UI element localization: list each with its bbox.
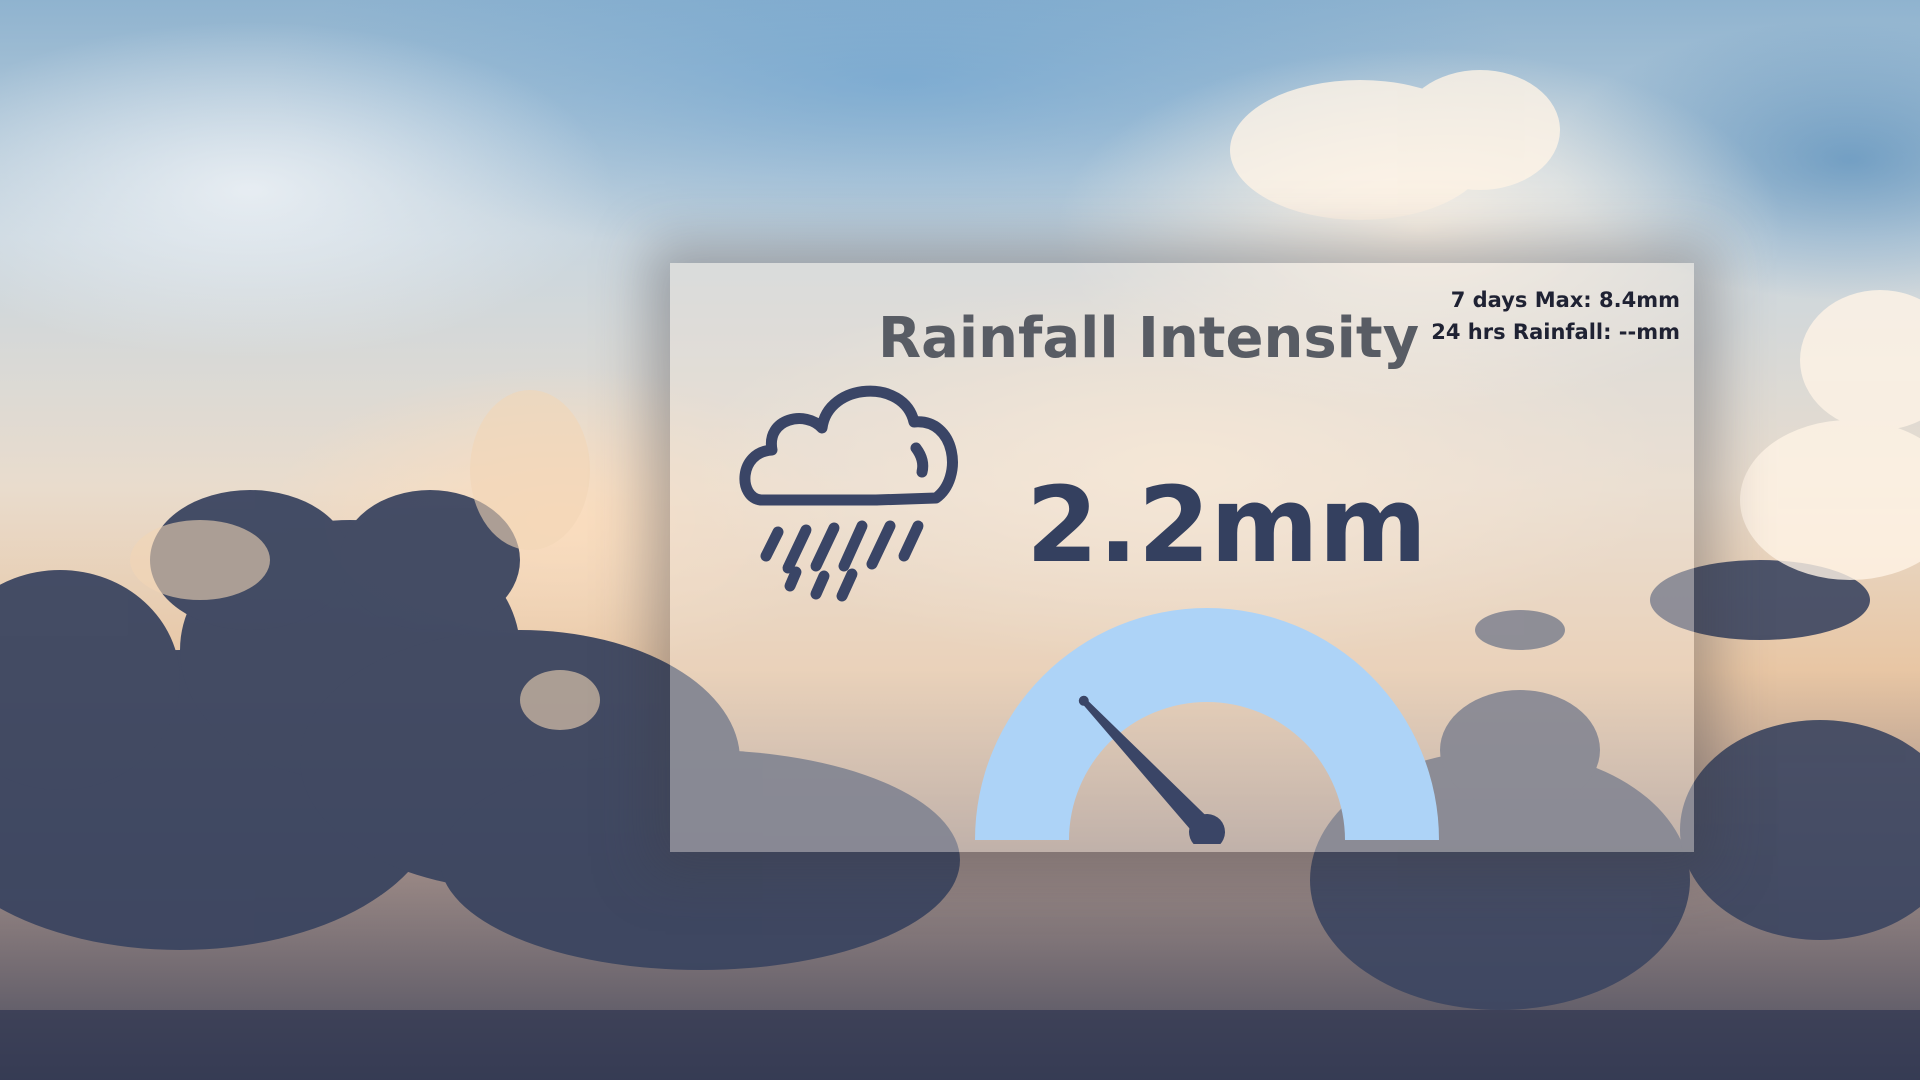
background-scene: Rainfall Intensity 7 days Max: 8.4mm 24 … <box>0 0 1920 1080</box>
last-24h-rainfall-stat: 24 hrs Rainfall: --mm <box>1431 320 1680 344</box>
horizon-dark <box>0 1010 1920 1080</box>
cloud-rain-icon <box>739 385 958 602</box>
rainfall-gauge <box>975 608 1439 844</box>
current-rainfall-value: 2.2mm <box>1026 464 1427 586</box>
seven-day-max-stat: 7 days Max: 8.4mm <box>1450 288 1680 312</box>
rainfall-stats: 7 days Max: 8.4mm 24 hrs Rainfall: --mm <box>1431 284 1680 348</box>
gauge-arc <box>975 608 1439 840</box>
